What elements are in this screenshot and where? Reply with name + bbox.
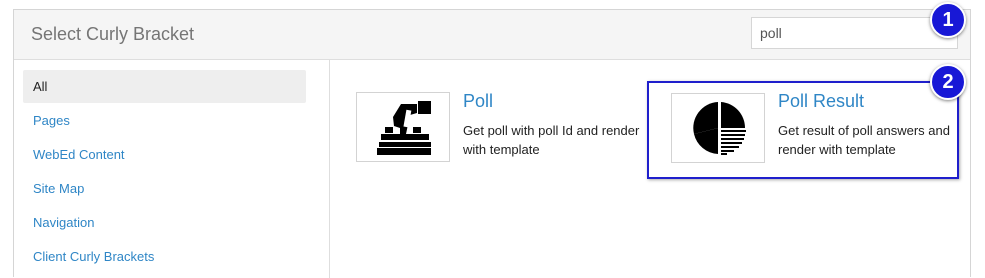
sidebar-item-pages[interactable]: Pages	[23, 104, 306, 137]
annotation-badge-2: 2	[930, 64, 966, 100]
sidebar-item-label: Navigation	[33, 215, 95, 230]
sidebar-item-label: Site Map	[33, 181, 85, 196]
poll-result-card[interactable]: Poll Result Get result of poll answers a…	[647, 81, 959, 179]
sidebar-item-client-curly-brackets[interactable]: Client Curly Brackets	[23, 240, 306, 273]
card-title: Poll Result	[778, 91, 865, 111]
ballot-box-icon	[377, 101, 431, 155]
sidebar-item-navigation[interactable]: Navigation	[23, 206, 306, 239]
sidebar-item-label: Client Curly Brackets	[33, 249, 155, 264]
dialog-header: Select Curly Bracket	[14, 10, 970, 60]
pie-chart-icon	[693, 102, 746, 155]
poll-result-thumbnail	[671, 93, 765, 163]
sidebar-item-site-map[interactable]: Site Map	[23, 172, 306, 205]
sidebar-item-label: WebEd Content	[33, 147, 125, 162]
sidebar-item-webed-content[interactable]: WebEd Content	[23, 138, 306, 171]
sidebar-item-label: Pages	[33, 113, 70, 128]
sidebar-item-all[interactable]: All	[23, 70, 306, 103]
category-sidebar: All Pages WebEd Content Site Map Navigat…	[14, 60, 330, 278]
card-description: Get result of poll answers and render wi…	[778, 123, 950, 157]
card-description: Get poll with poll Id and render with te…	[463, 123, 640, 157]
dialog-title: Select Curly Bracket	[31, 24, 195, 44]
annotation-badge-1: 1	[930, 2, 966, 38]
sidebar-item-label: All	[33, 79, 48, 94]
card-title: Poll	[463, 91, 494, 111]
search-input[interactable]	[751, 17, 958, 49]
poll-thumbnail	[356, 92, 450, 162]
poll-card[interactable]: Poll Get poll with poll Id and render wi…	[344, 81, 639, 165]
